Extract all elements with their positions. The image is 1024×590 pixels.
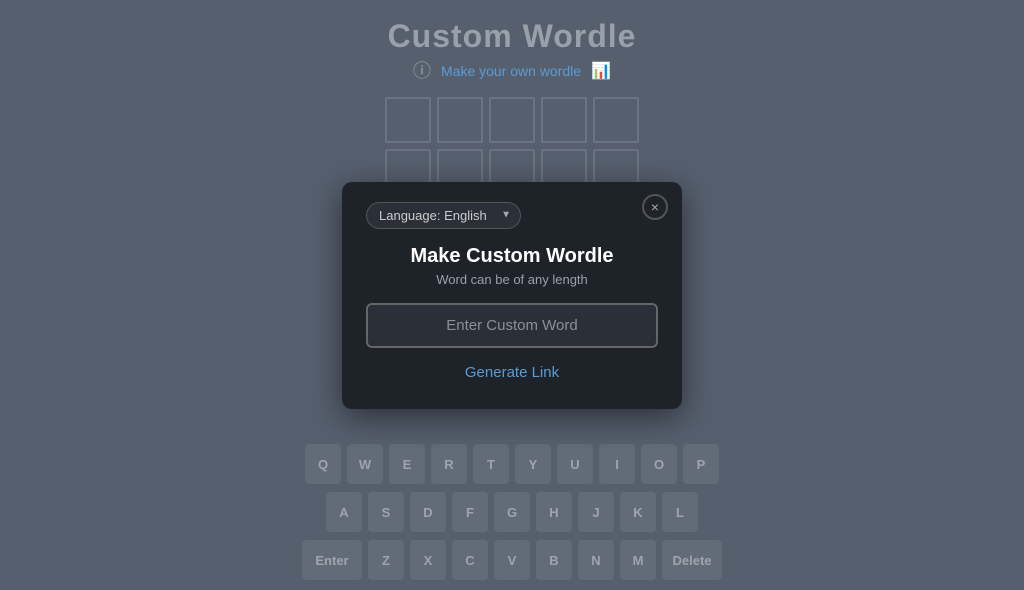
modal-title: Make Custom Wordle <box>366 245 658 268</box>
modal-close-button[interactable]: × <box>642 194 668 220</box>
language-wrapper[interactable]: Language: English Language: Spanish Lang… <box>366 202 521 229</box>
modal-subtitle: Word can be of any length <box>366 272 658 287</box>
language-select[interactable]: Language: English Language: Spanish Lang… <box>366 202 521 229</box>
modal-overlay: × Language: English Language: Spanish La… <box>0 0 1024 590</box>
custom-word-input[interactable] <box>366 303 658 348</box>
generate-link-button[interactable]: Generate Link <box>366 360 658 385</box>
modal: × Language: English Language: Spanish La… <box>342 182 682 409</box>
